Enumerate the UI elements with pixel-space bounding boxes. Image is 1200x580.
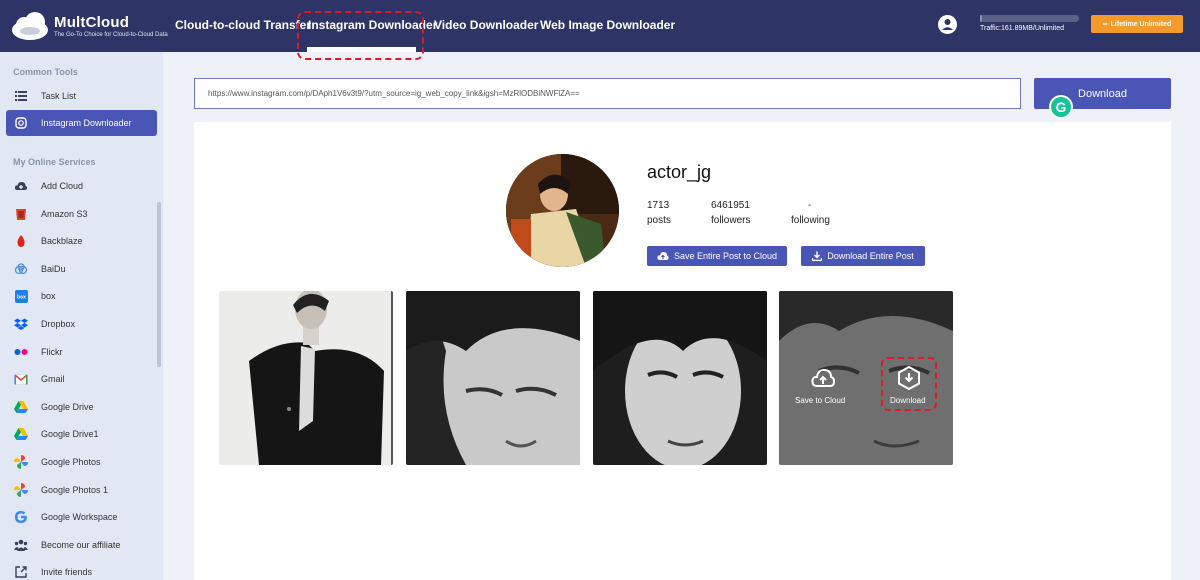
lifetime-unlimited-button[interactable]: ∞ Lifetime Unlimited bbox=[1091, 15, 1183, 33]
sidebar-item-google-drive[interactable]: Google Drive bbox=[6, 394, 157, 420]
grammarly-icon[interactable]: G bbox=[1049, 95, 1073, 119]
infinity-icon: ∞ bbox=[1102, 20, 1108, 28]
download-entire-post-button[interactable]: Download Entire Post bbox=[801, 246, 925, 266]
sidebar-item-label: box bbox=[41, 291, 56, 302]
google-workspace-icon bbox=[14, 510, 28, 524]
sidebar-item-google-drive1[interactable]: Google Drive1 bbox=[6, 421, 157, 447]
sidebar-item-label: Task List bbox=[41, 91, 77, 101]
sidebar-item-label: Google Workspace bbox=[41, 512, 118, 523]
download-highlight-annotation bbox=[881, 357, 937, 411]
sidebar-item-label: Dropbox bbox=[41, 319, 76, 329]
affiliate-icon bbox=[14, 538, 28, 552]
sidebar-item-invite-friends[interactable]: Invite friends bbox=[6, 559, 157, 580]
instagram-url-input[interactable] bbox=[194, 78, 1021, 109]
cloud-upload-icon[interactable] bbox=[811, 367, 835, 389]
sidebar-item-become-our-affiliate[interactable]: Become our affiliate bbox=[6, 532, 157, 558]
brand-tagline: The Go-To Choice for Cloud-to-Cloud Data bbox=[54, 32, 168, 38]
sidebar-item-amazon-s3[interactable]: Amazon S3 bbox=[6, 201, 157, 227]
download-icon bbox=[812, 251, 823, 261]
box-icon: box bbox=[14, 289, 28, 303]
sidebar-item-label: Become our affiliate bbox=[41, 539, 121, 550]
download-entire-post-label: Download Entire Post bbox=[827, 251, 914, 261]
nav-web-image-downloader[interactable]: Web Image Downloader bbox=[540, 18, 675, 32]
sidebar-item-dropbox[interactable]: Dropbox bbox=[6, 311, 157, 337]
save-entire-post-button[interactable]: Save Entire Post to Cloud bbox=[647, 246, 787, 266]
save-to-cloud-label[interactable]: Save to Cloud bbox=[795, 396, 845, 405]
sidebar-item-google-photos[interactable]: Google Photos bbox=[6, 449, 157, 475]
cloud-add-icon bbox=[14, 179, 28, 193]
google-drive-icon bbox=[14, 400, 28, 414]
posts-label: posts bbox=[647, 215, 671, 226]
followers-label: followers bbox=[711, 215, 751, 226]
traffic-usage-text: Traffic:161.89MB/Unlimited bbox=[980, 25, 1065, 32]
svg-text:box: box bbox=[17, 294, 26, 300]
google-photos-icon bbox=[14, 482, 28, 497]
sidebar-item-label: Instagram Downloader bbox=[41, 118, 132, 128]
traffic-progress-bar bbox=[980, 15, 1079, 22]
backblaze-icon bbox=[14, 234, 28, 248]
sidebar-item-box[interactable]: box box bbox=[6, 283, 157, 309]
sidebar-item-label: Google Drive bbox=[41, 401, 94, 412]
traffic-progress-fill bbox=[980, 15, 982, 22]
following-label: following bbox=[791, 215, 830, 226]
profile-avatar bbox=[506, 154, 619, 267]
following-count: - bbox=[808, 200, 812, 211]
user-avatar-icon[interactable] bbox=[938, 15, 957, 34]
top-navbar: MultCloud The Go-To Choice for Cloud-to-… bbox=[0, 0, 1200, 60]
sidebar-scrollbar[interactable] bbox=[157, 202, 161, 367]
sidebar-item-gmail[interactable]: Gmail bbox=[6, 366, 157, 392]
save-entire-post-label: Save Entire Post to Cloud bbox=[673, 251, 778, 261]
amazon-s3-icon bbox=[14, 207, 28, 221]
sidebar-item-label: BaiDu bbox=[41, 263, 66, 274]
sidebar-item-google-photos-1[interactable]: Google Photos 1 bbox=[6, 477, 157, 503]
multcloud-logo-icon[interactable] bbox=[10, 10, 50, 42]
profile-username: actor_jg bbox=[647, 162, 712, 182]
sidebar-item-label: Google Photos bbox=[41, 457, 101, 467]
google-drive-icon bbox=[14, 427, 28, 441]
sidebar-item-label: Gmail bbox=[41, 374, 65, 385]
sidebar-item-backblaze[interactable]: Backblaze bbox=[6, 228, 157, 254]
plan-label: Lifetime Unlimited bbox=[1110, 20, 1172, 28]
sidebar-item-label: Add Cloud bbox=[41, 181, 84, 191]
sidebar-item-baidu[interactable]: BaiDu bbox=[6, 256, 157, 282]
sidebar-item-google-workspace[interactable]: Google Workspace bbox=[6, 504, 157, 530]
sidebar-heading-online-services: My Online Services bbox=[13, 157, 96, 167]
sidebar-item-flickr[interactable]: Flickr bbox=[6, 339, 157, 365]
baidu-icon bbox=[14, 262, 28, 276]
post-thumbnail-3[interactable] bbox=[593, 291, 767, 465]
sidebar-item-label: Invite friends bbox=[41, 567, 93, 578]
sidebar-item-label: Google Drive1 bbox=[41, 429, 99, 440]
followers-count: 6461951 bbox=[711, 200, 750, 211]
flickr-icon bbox=[14, 345, 28, 359]
sidebar-heading-common-tools: Common Tools bbox=[13, 67, 78, 77]
sidebar-item-add-cloud[interactable]: Add Cloud bbox=[6, 173, 157, 199]
invite-icon bbox=[14, 565, 28, 579]
sidebar-item-label: Amazon S3 bbox=[41, 208, 88, 219]
sidebar-item-label: Flickr bbox=[41, 346, 63, 357]
list-icon bbox=[14, 89, 28, 103]
sidebar-item-label: Backblaze bbox=[41, 236, 83, 247]
nav-video-downloader[interactable]: Video Downloader bbox=[434, 18, 538, 32]
instagram-icon bbox=[14, 116, 28, 130]
brand-name: MultCloud bbox=[54, 14, 130, 31]
sidebar-item-label: Google Photos 1 bbox=[41, 484, 109, 495]
post-thumbnail-2[interactable] bbox=[406, 291, 580, 465]
gmail-icon bbox=[14, 372, 28, 386]
dropbox-icon bbox=[14, 317, 28, 331]
cloud-upload-icon bbox=[657, 252, 669, 260]
sidebar-item-task-list[interactable]: Task List bbox=[6, 83, 157, 109]
google-photos-icon bbox=[14, 455, 28, 469]
post-thumbnail-1[interactable] bbox=[219, 291, 393, 465]
nav-cloud-to-cloud-transfer[interactable]: Cloud-to-cloud Transfer bbox=[175, 18, 311, 32]
posts-count: 1713 bbox=[647, 200, 670, 211]
sidebar-item-instagram-downloader[interactable]: Instagram Downloader bbox=[6, 110, 157, 136]
nav-highlight-annotation bbox=[297, 11, 424, 60]
